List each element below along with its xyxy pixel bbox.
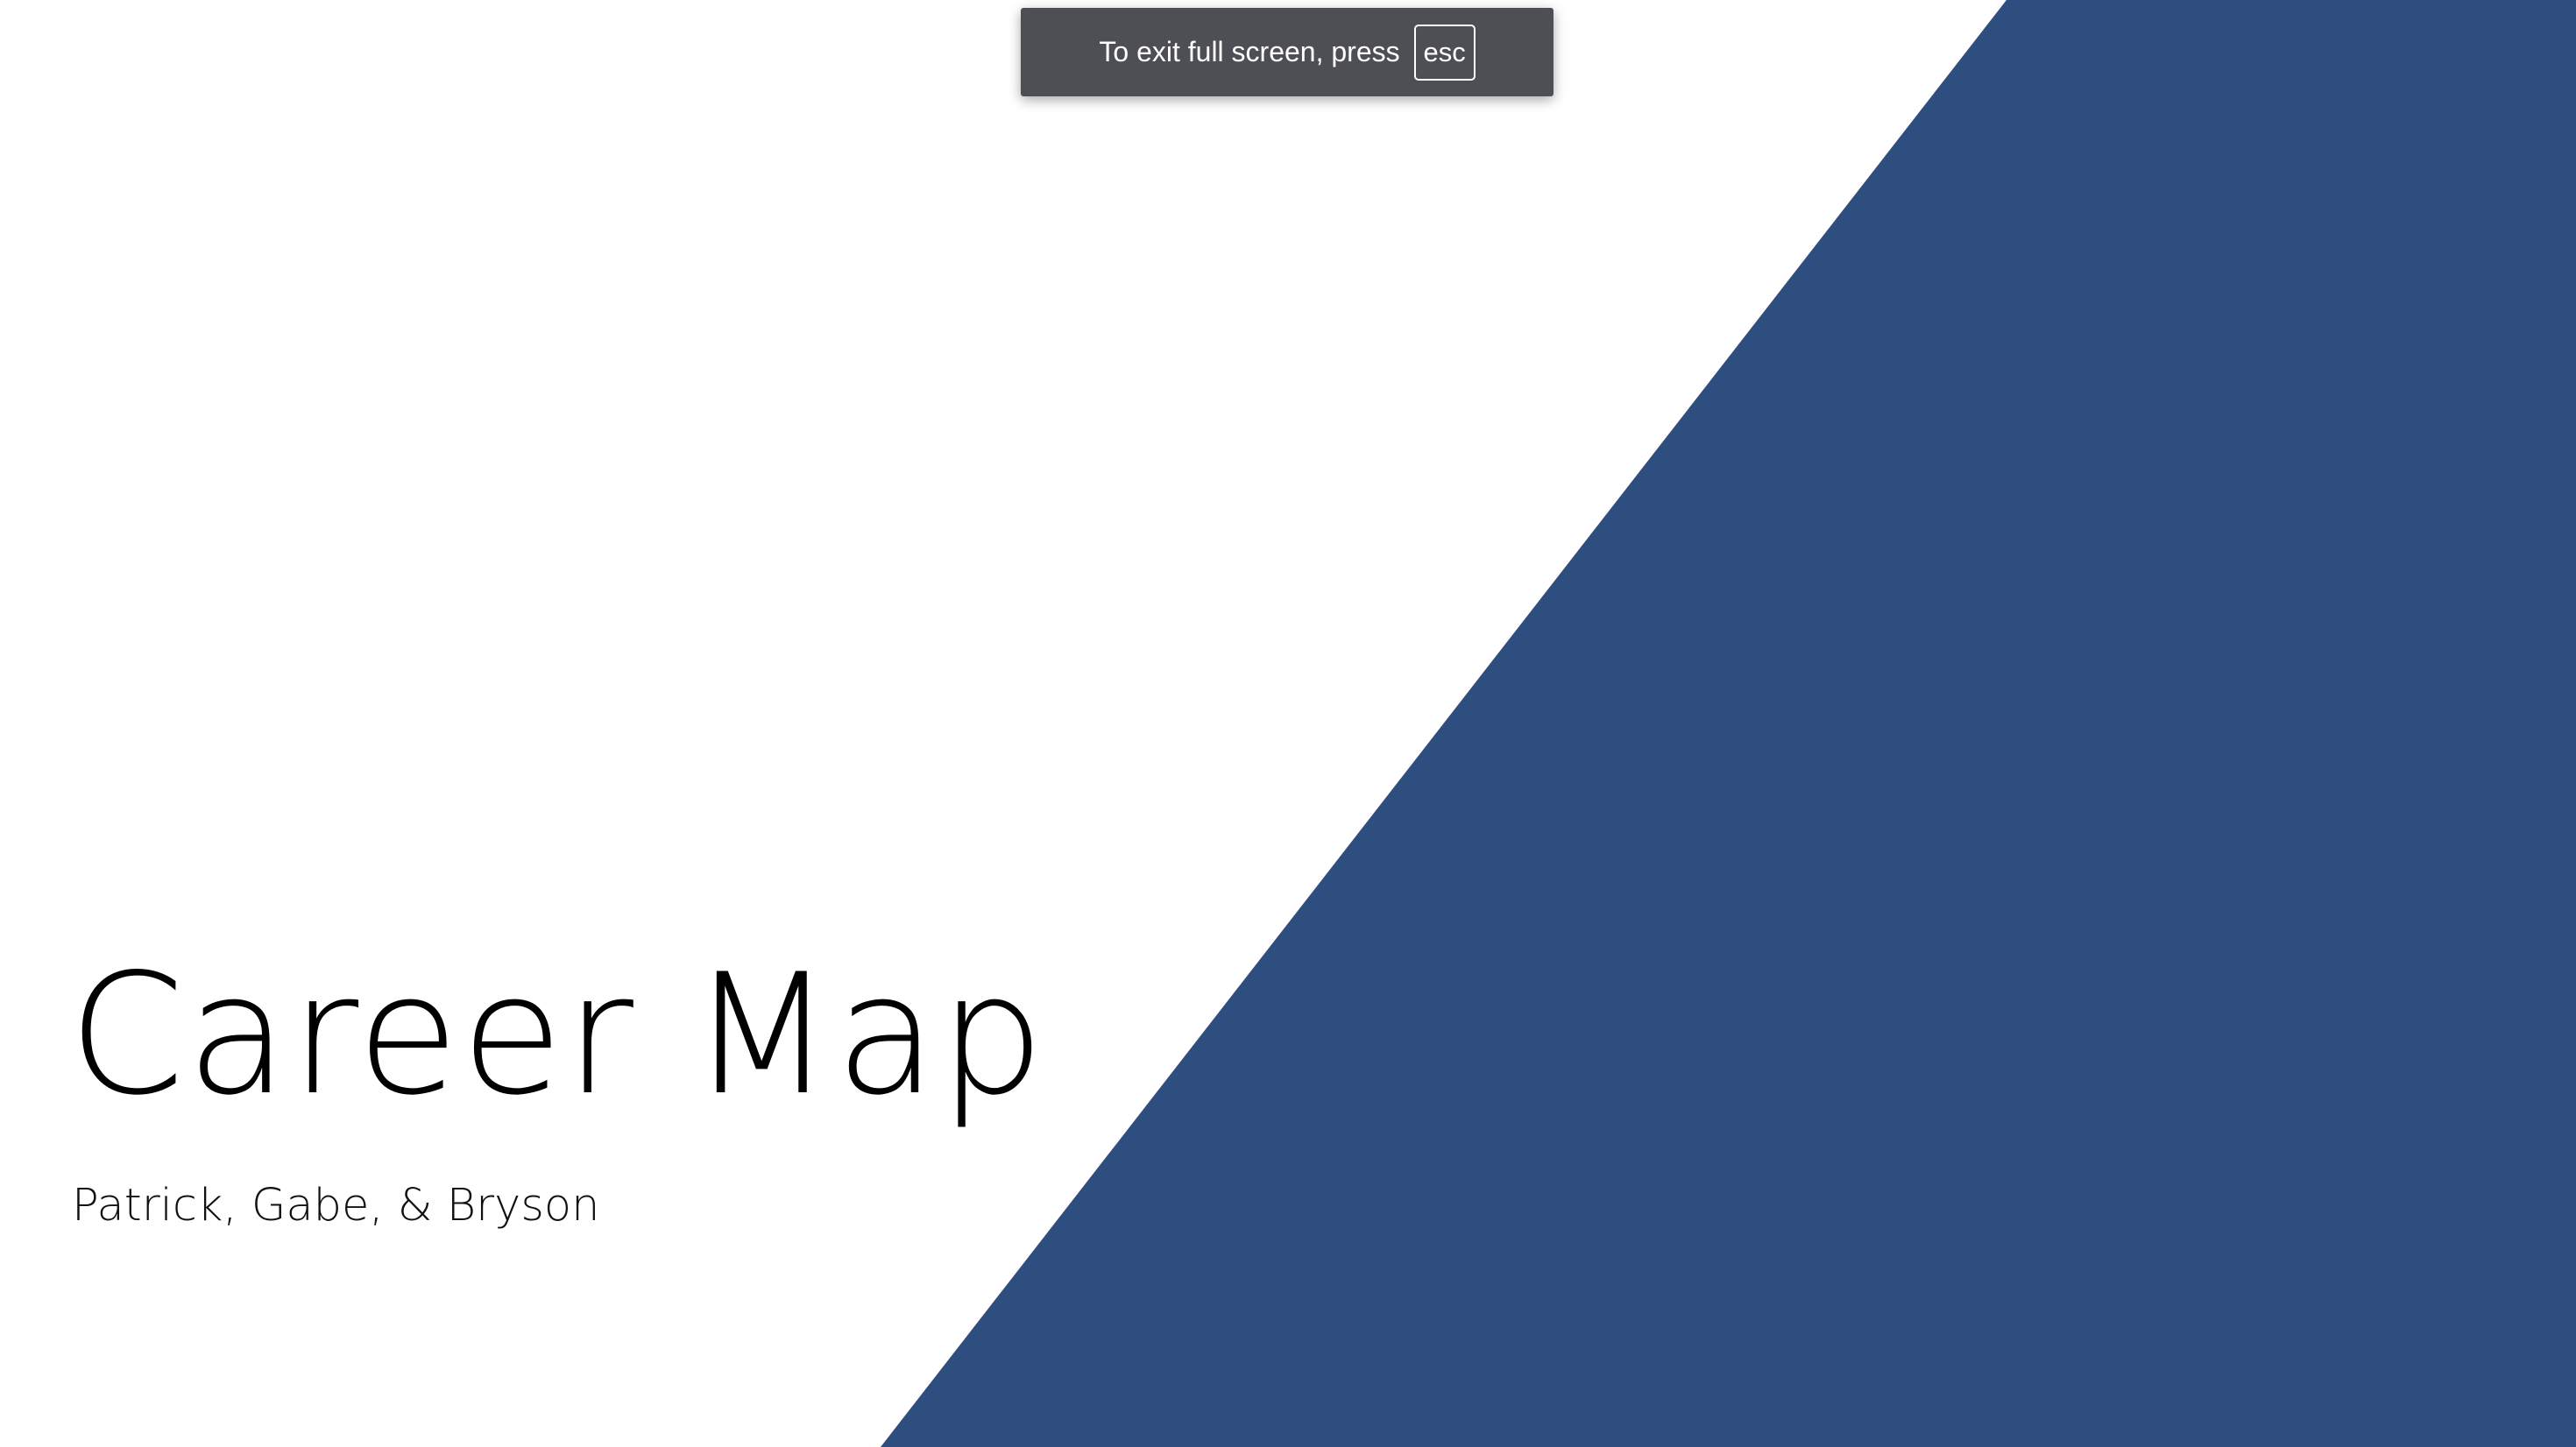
exit-fullscreen-message: To exit full screen, press [1099,36,1400,67]
presentation-slide: Career Map Patrick, Gabe, & Bryson To ex… [0,0,2576,1447]
accent-triangle [881,0,2576,1447]
esc-key-button[interactable]: esc [1413,24,1476,81]
exit-fullscreen-banner: To exit full screen, press esc [1021,8,1553,96]
slide-subtitle: Patrick, Gabe, & Bryson [72,1180,600,1232]
slide-title: Career Map [68,938,1047,1132]
